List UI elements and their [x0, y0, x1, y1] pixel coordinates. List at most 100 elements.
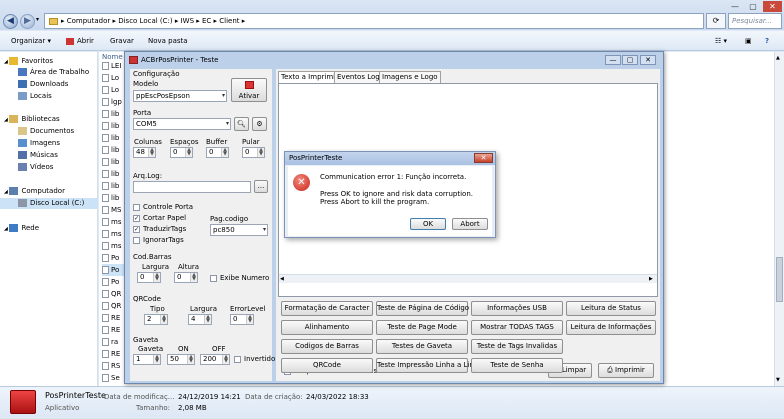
scroll-thumb[interactable]: [776, 257, 783, 302]
refresh-button[interactable]: ⟳: [706, 13, 726, 29]
nav-item[interactable]: ◢ Favoritos: [0, 56, 98, 67]
file-list-item[interactable]: lib: [102, 156, 124, 168]
memo-horizontal-scrollbar[interactable]: ◀ ▶: [279, 274, 657, 283]
cut-paper-checkbox[interactable]: ✓ Cortar Papel: [133, 214, 186, 222]
file-list-item[interactable]: Po: [102, 252, 124, 264]
dialog-close-icon[interactable]: ✕: [474, 153, 493, 163]
back-button[interactable]: ◀: [3, 14, 18, 29]
tab-images-logo[interactable]: Imagens e Logo: [379, 71, 441, 83]
file-list-item[interactable]: lib: [102, 108, 124, 120]
file-list-item[interactable]: QR: [102, 288, 124, 300]
translate-tags-checkbox[interactable]: ✓ TraduzirTags: [133, 225, 186, 233]
file-list-item[interactable]: ra: [102, 336, 124, 348]
test-button[interactable]: Teste Impressão Linha a Linha: [376, 358, 483, 373]
file-list-item[interactable]: Lo: [102, 72, 124, 84]
app-minimize-icon[interactable]: —: [605, 55, 621, 65]
activate-button[interactable]: Ativar: [231, 78, 267, 102]
file-list-item[interactable]: lib: [102, 132, 124, 144]
test-button[interactable]: Alinhamento: [281, 320, 373, 335]
nav-item[interactable]: Disco Local (C:): [0, 198, 98, 209]
recent-pages-icon[interactable]: ▾: [36, 16, 39, 23]
spaces-spinner[interactable]: 0 ▲ ▼: [170, 147, 193, 158]
show-number-checkbox[interactable]: Exibe Numero: [210, 274, 269, 282]
search-port-icon[interactable]: 🔍︎: [234, 117, 249, 131]
file-list-item[interactable]: RS: [102, 360, 124, 372]
view-options-icon[interactable]: ☷ ▾: [715, 31, 727, 51]
scroll-left-icon[interactable]: ◀: [280, 276, 284, 282]
file-list-item[interactable]: Se: [102, 372, 124, 384]
open-button[interactable]: Abrir: [66, 31, 94, 51]
qr-type-spinner[interactable]: 2 ▲ ▼: [144, 314, 168, 325]
burn-button[interactable]: Gravar: [110, 31, 134, 51]
buffer-spinner[interactable]: 0 ▲ ▼: [206, 147, 229, 158]
file-list-item[interactable]: Lo: [102, 84, 124, 96]
test-button[interactable]: Teste de Senha: [471, 358, 563, 373]
file-list-item[interactable]: lib: [102, 192, 124, 204]
file-list-scrollbar[interactable]: ▲ ▼: [774, 52, 784, 386]
tab-text-to-print[interactable]: Texto a Imprimir: [278, 71, 341, 83]
file-list-item[interactable]: lib: [102, 180, 124, 192]
nav-item[interactable]: Imagens: [0, 138, 98, 149]
search-input[interactable]: Pesquisar...: [728, 13, 782, 29]
test-button[interactable]: Teste de Page Mode: [376, 320, 468, 335]
test-button[interactable]: Leitura de Status: [566, 301, 656, 316]
nav-item[interactable]: Downloads: [0, 79, 98, 90]
browse-log-button[interactable]: ...: [254, 180, 268, 193]
drawer-off-spinner[interactable]: 200 ▲ ▼: [200, 354, 230, 365]
drawer-gaveta-spinner[interactable]: 1 ▲ ▼: [133, 354, 161, 365]
test-button[interactable]: Teste de Página de Código: [376, 301, 469, 316]
qr-width-spinner[interactable]: 4 ▲ ▼: [188, 314, 212, 325]
nav-item[interactable]: ◢ Computador: [0, 186, 98, 197]
file-list-item[interactable]: lib: [102, 168, 124, 180]
close-icon[interactable]: ✕: [763, 1, 782, 12]
nav-item[interactable]: Locais: [0, 91, 98, 102]
drawer-on-spinner[interactable]: 50 ▲ ▼: [167, 354, 195, 365]
print-button[interactable]: ⎙ Imprimir: [598, 363, 654, 378]
log-file-input[interactable]: [133, 181, 251, 193]
file-list-item[interactable]: lgp: [102, 96, 124, 108]
ignore-tags-checkbox[interactable]: IgnorarTags: [133, 236, 184, 244]
qr-error-spinner[interactable]: 0 ▲ ▼: [230, 314, 254, 325]
app-maximize-icon[interactable]: ▢: [622, 55, 638, 65]
new-folder-button[interactable]: Nova pasta: [148, 31, 188, 51]
inverted-checkbox[interactable]: Invertido: [234, 355, 275, 363]
nav-item[interactable]: Músicas: [0, 150, 98, 161]
preview-pane-icon[interactable]: ▣: [745, 31, 752, 51]
file-list-item[interactable]: LEI: [102, 60, 124, 72]
codepage-select[interactable]: pc850 ▾: [210, 224, 268, 236]
organize-button[interactable]: Organizar ▾: [11, 31, 51, 51]
nav-item[interactable]: Vídeos: [0, 162, 98, 173]
barcode-height-spinner[interactable]: 0 ▲ ▼: [174, 272, 198, 283]
test-button[interactable]: Mostrar TODAS TAGS: [471, 320, 563, 335]
test-button[interactable]: Formatação de Caracter: [281, 301, 373, 316]
tab-events-log[interactable]: Eventos Log: [334, 71, 383, 83]
help-icon[interactable]: ?: [765, 31, 769, 51]
scroll-down-icon[interactable]: ▼: [776, 377, 780, 383]
control-port-checkbox[interactable]: Controle Porta: [133, 203, 193, 211]
maximize-icon[interactable]: ▢: [745, 1, 761, 12]
file-list-item[interactable]: Po: [102, 264, 124, 276]
file-list-item[interactable]: RE: [102, 348, 124, 360]
columns-spinner[interactable]: 48 ▲ ▼: [133, 147, 156, 158]
nav-item[interactable]: Documentos: [0, 126, 98, 137]
port-settings-icon[interactable]: ⚙: [252, 117, 267, 131]
test-button[interactable]: Testes de Gaveta: [376, 339, 468, 354]
test-button[interactable]: Leitura de Informações: [566, 320, 656, 335]
scroll-up-icon[interactable]: ▲: [776, 55, 780, 61]
skip-spinner[interactable]: 0 ▲ ▼: [242, 147, 265, 158]
file-list-item[interactable]: ms: [102, 240, 124, 252]
file-list-item[interactable]: ms: [102, 228, 124, 240]
port-select[interactable]: COM5 ▾: [133, 118, 231, 130]
nav-item[interactable]: ◢ Bibliotecas: [0, 114, 98, 125]
file-list-item[interactable]: MS: [102, 204, 124, 216]
file-list-item[interactable]: Po: [102, 276, 124, 288]
file-list-item[interactable]: RE: [102, 312, 124, 324]
ok-button[interactable]: OK: [410, 218, 446, 230]
file-list-item[interactable]: QR: [102, 300, 124, 312]
model-select[interactable]: ppEscPosEpson ▾: [133, 90, 227, 102]
app-close-icon[interactable]: ✕: [640, 55, 656, 65]
abort-button[interactable]: Abort: [452, 218, 488, 230]
file-list-item[interactable]: RE: [102, 324, 124, 336]
scroll-right-icon[interactable]: ▶: [649, 276, 653, 282]
test-button[interactable]: Teste de Tags Invalidas: [471, 339, 563, 354]
